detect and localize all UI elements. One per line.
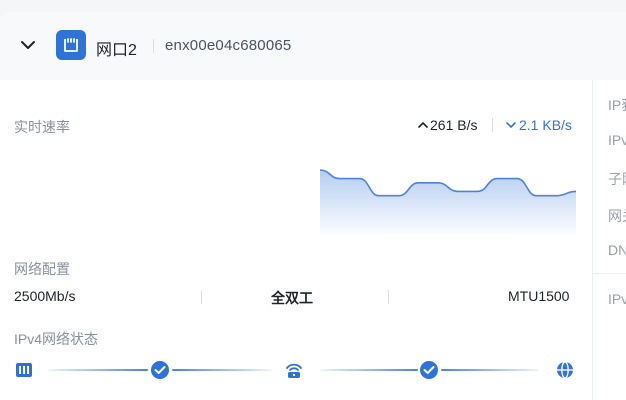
connection-line <box>441 369 539 371</box>
download-speed: 2.1 KB/s <box>519 117 572 133</box>
network-config-label: 网络配置 <box>14 261 70 277</box>
connection-line <box>48 369 148 371</box>
ipv4-address-label: IPv <box>608 132 626 148</box>
divider <box>492 118 493 132</box>
sparkline-area <box>320 170 576 235</box>
link-speed: 2500Mb/s <box>14 288 76 304</box>
subnet-label: 子网 <box>608 171 626 187</box>
divider <box>388 290 389 304</box>
upload-arrow-icon <box>418 121 428 128</box>
mtu-value: MTU1500 <box>508 288 570 304</box>
router-icon <box>286 363 302 378</box>
gateway-label: 网关 <box>608 208 626 224</box>
ip-mode-label: IP获 <box>608 97 626 113</box>
connection-line <box>320 369 418 371</box>
divider <box>201 290 202 304</box>
divider <box>153 39 154 53</box>
port-name: 网口2 <box>96 42 137 59</box>
chevron-down-icon[interactable] <box>19 36 37 54</box>
duplex-mode: 全双工 <box>271 290 313 306</box>
check-icon <box>151 361 169 379</box>
config-row: 2500Mb/s 全双工 MTU1500 <box>0 285 590 309</box>
download-arrow-icon <box>506 122 516 129</box>
check-icon <box>420 361 438 379</box>
ipv6-label: IPv <box>608 291 626 307</box>
interface-id: enx00e04c680065 <box>165 37 292 54</box>
ip-info-pane: IP获 IPv 子网 网关 DN IPv <box>592 80 626 400</box>
port-icon <box>16 363 32 377</box>
globe-icon <box>557 361 573 379</box>
dns-label: DN <box>608 242 626 258</box>
ipv4-status-flow <box>0 355 590 385</box>
realtime-speed-label: 实时速率 <box>14 119 70 135</box>
connection-line <box>172 369 272 371</box>
speed-sparkline <box>320 169 576 235</box>
upload-speed: 261 B/s <box>430 117 478 133</box>
ipv4-status-label: IPv4网络状态 <box>14 331 99 347</box>
ethernet-port-icon <box>56 30 86 60</box>
divider <box>593 273 626 274</box>
card-header[interactable]: 网口2 enx00e04c680065 <box>0 12 626 80</box>
